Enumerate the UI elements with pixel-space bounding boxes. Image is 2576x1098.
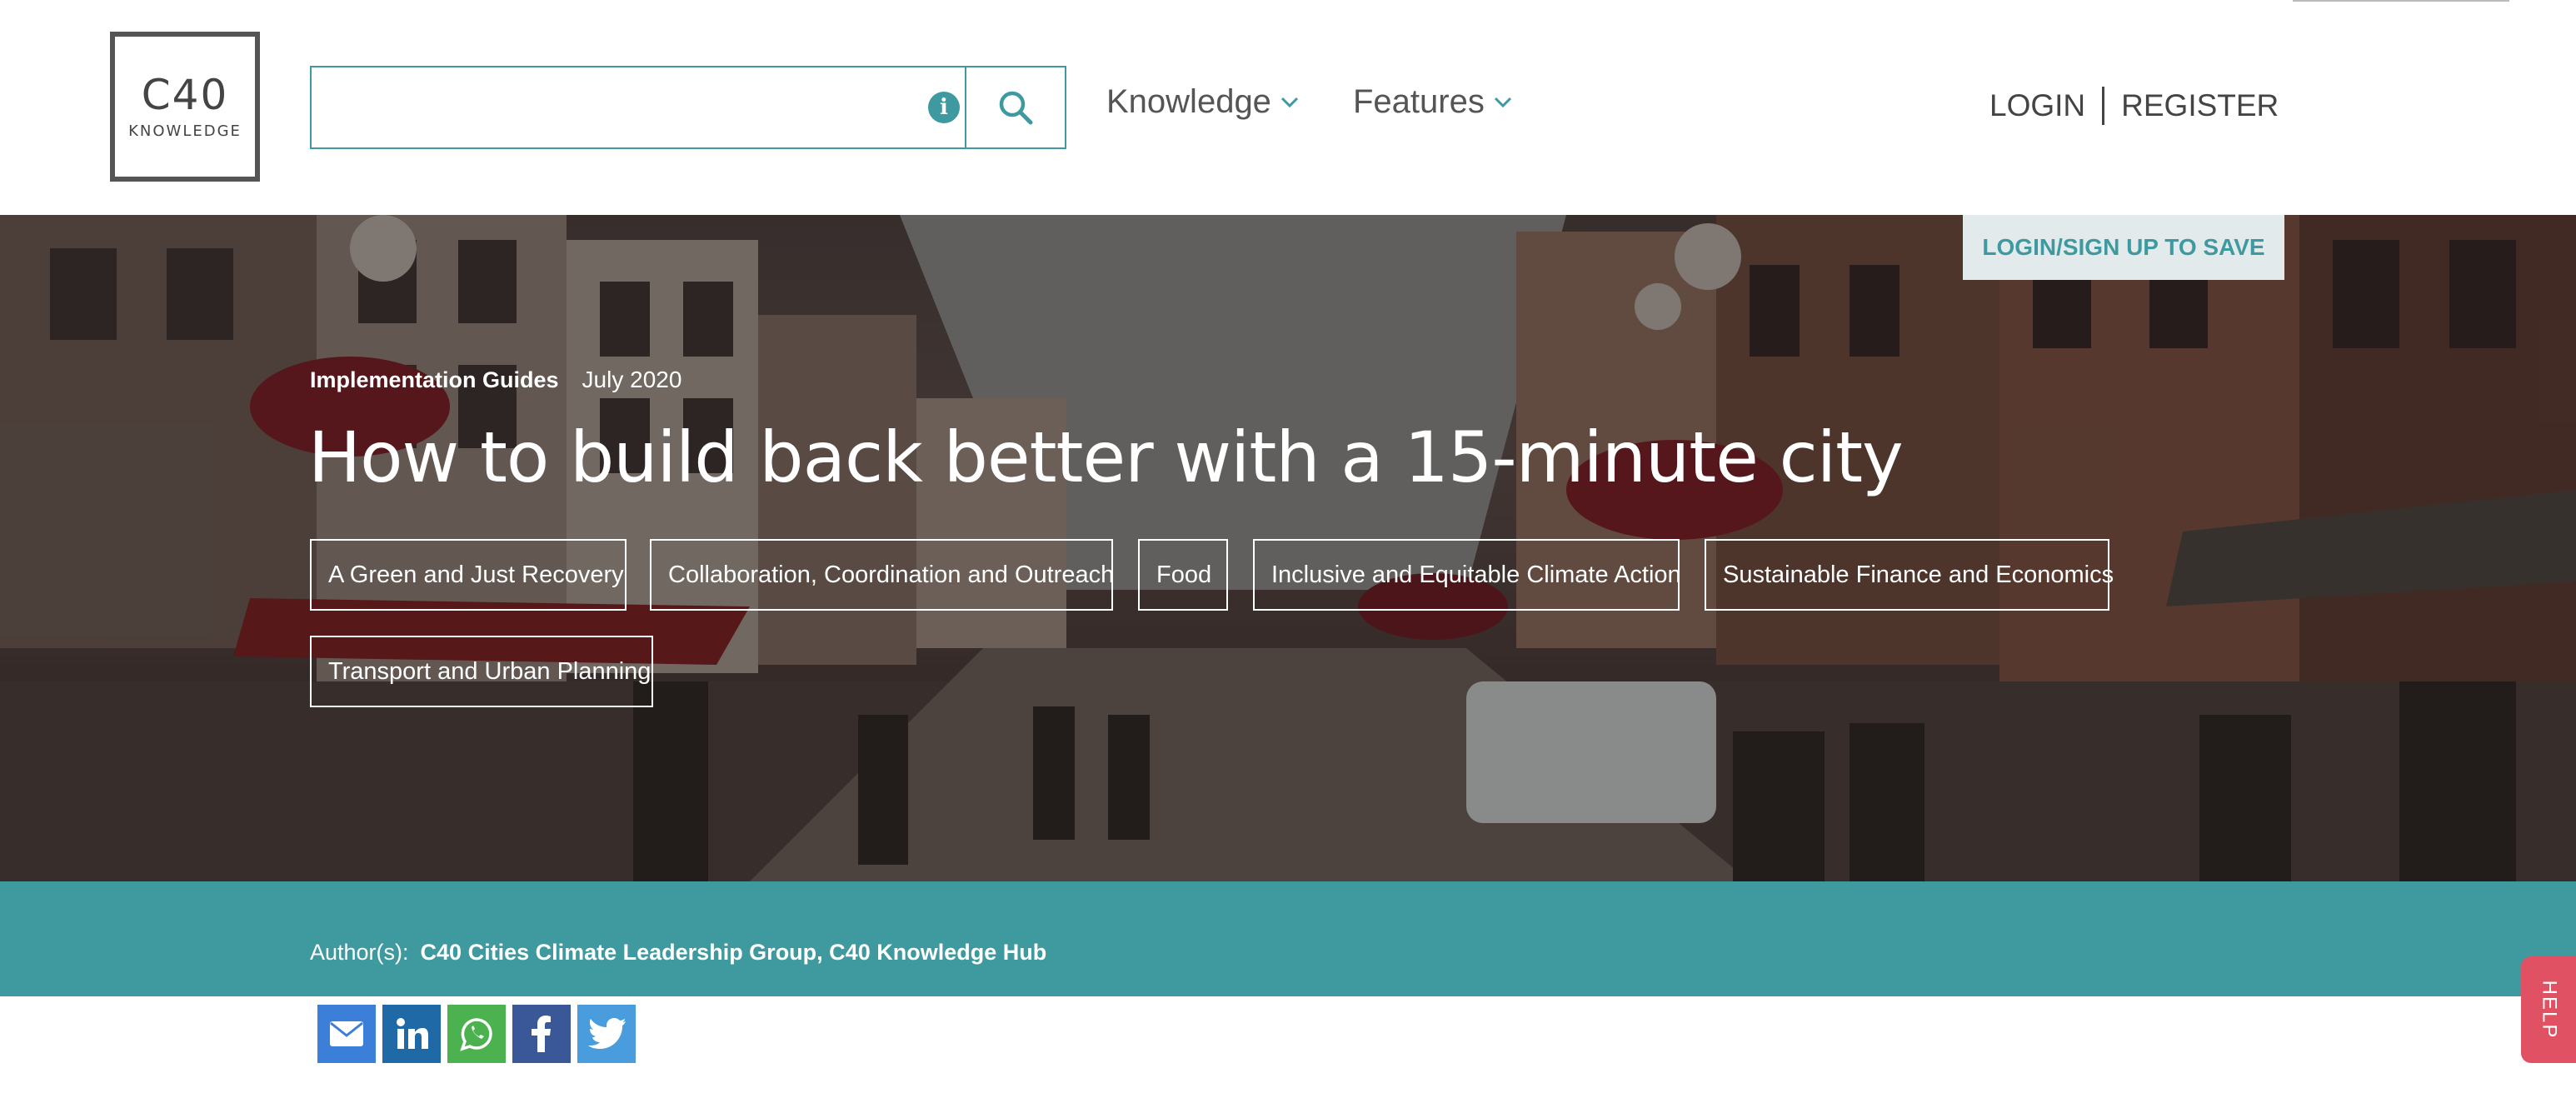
chevron-down-icon [1281, 97, 1298, 107]
share-buttons [317, 1005, 636, 1063]
facebook-icon [532, 1016, 551, 1052]
help-tab[interactable]: HELP [2521, 956, 2576, 1063]
email-icon [330, 1021, 363, 1046]
article-date: July 2020 [582, 367, 682, 392]
share-linkedin-button[interactable] [382, 1005, 441, 1063]
c40-logo[interactable]: C40 KNOWLEDGE [110, 32, 260, 182]
tag-collaboration[interactable]: Collaboration, Coordination and Outreach [650, 539, 1114, 611]
article-meta: Implementation Guides July 2020 [310, 367, 681, 393]
help-label: HELP [2538, 980, 2561, 1040]
nav-features-label: Features [1353, 83, 1485, 120]
share-twitter-button[interactable] [577, 1005, 636, 1063]
tag-green-just-recovery[interactable]: A Green and Just Recovery [310, 539, 627, 611]
login-to-save-button[interactable]: LOGIN/SIGN UP TO SAVE [1963, 215, 2284, 280]
auth-links: LOGIN REGISTER [1989, 87, 2279, 125]
search-box: i [310, 66, 1066, 149]
logo-main-text: C40 [141, 70, 229, 119]
search-icon [999, 91, 1033, 125]
author-label: Author(s): [310, 940, 409, 965]
chevron-down-icon [1494, 97, 1511, 107]
article-type[interactable]: Implementation Guides [310, 367, 559, 393]
search-input[interactable] [312, 67, 965, 147]
share-facebook-button[interactable] [512, 1005, 571, 1063]
tag-inclusive-climate-action[interactable]: Inclusive and Equitable Climate Action [1253, 539, 1681, 611]
site-header: C40 KNOWLEDGE i Knowledge Features LOGIN… [0, 0, 2576, 215]
page-title: How to build back better with a 15-minut… [308, 417, 1904, 498]
linkedin-icon [397, 1018, 428, 1049]
tag-transport-urban-planning[interactable]: Transport and Urban Planning [310, 636, 653, 707]
author-band [0, 881, 2576, 996]
tag-sustainable-finance[interactable]: Sustainable Finance and Economics [1705, 539, 2114, 611]
author-names: C40 Cities Climate Leadership Group, C40… [420, 940, 1047, 965]
logo-sub-text: KNOWLEDGE [128, 122, 242, 140]
login-link[interactable]: LOGIN [1989, 88, 2085, 123]
share-whatsapp-button[interactable] [447, 1005, 506, 1063]
nav-knowledge-label: Knowledge [1106, 83, 1271, 120]
header-top-line [2293, 0, 2509, 2]
nav-knowledge[interactable]: Knowledge [1106, 83, 1300, 121]
auth-separator [2102, 87, 2105, 125]
register-link[interactable]: REGISTER [2121, 88, 2279, 123]
tag-food[interactable]: Food [1138, 539, 1228, 611]
whatsapp-icon [460, 1018, 492, 1051]
author-line: Author(s): C40 Cities Climate Leadership… [310, 940, 1046, 966]
nav-features[interactable]: Features [1353, 83, 1513, 121]
search-button[interactable] [965, 67, 1065, 147]
info-icon[interactable]: i [928, 92, 960, 123]
twitter-icon [588, 1018, 626, 1049]
share-email-button[interactable] [317, 1005, 376, 1063]
